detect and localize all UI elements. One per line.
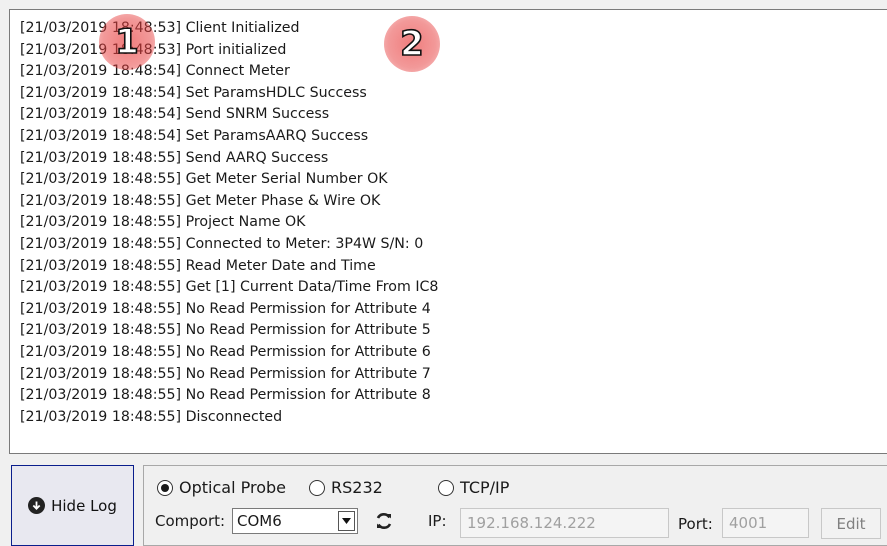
radio-rs232[interactable]: RS232 xyxy=(309,478,383,497)
comport-value: COM6 xyxy=(237,512,282,530)
log-textbox[interactable]: [21/03/2019 18:48:53] Client Initialized… xyxy=(9,9,887,454)
log-line: [21/03/2019 18:48:55] Get [1] Current Da… xyxy=(20,279,439,296)
radio-label: TCP/IP xyxy=(460,478,510,497)
log-line: [21/03/2019 18:48:54] Set ParamsHDLC Suc… xyxy=(20,84,367,101)
log-line: [21/03/2019 18:48:55] No Read Permission… xyxy=(20,387,431,404)
log-line: [21/03/2019 18:48:55] No Read Permission… xyxy=(20,365,431,382)
log-line: [21/03/2019 18:48:55] No Read Permission… xyxy=(20,343,431,360)
log-line: [21/03/2019 18:48:54] Set ParamsAARQ Suc… xyxy=(20,127,369,144)
port-field[interactable]: 4001 xyxy=(722,508,809,538)
log-line: [21/03/2019 18:48:53] Client Initialized xyxy=(20,20,300,36)
annotation-marker-1: 1 xyxy=(99,14,155,70)
chevron-down-icon[interactable] xyxy=(338,511,355,531)
log-line: [21/03/2019 18:48:55] Read Meter Date an… xyxy=(20,257,376,274)
hide-log-button[interactable]: Hide Log xyxy=(11,465,134,546)
log-lines: [21/03/2019 18:48:53] Client Initialized… xyxy=(20,18,438,428)
radio-optical-probe[interactable]: Optical Probe xyxy=(157,478,286,497)
edit-button[interactable]: Edit xyxy=(821,508,881,539)
marker-number: 1 xyxy=(114,21,139,63)
log-line: [21/03/2019 18:48:55] Project Name OK xyxy=(20,214,306,231)
arrow-down-circle-icon xyxy=(28,497,46,514)
hide-log-label: Hide Log xyxy=(51,496,117,515)
log-line: [21/03/2019 18:48:53] Port initialized xyxy=(20,41,287,58)
radio-dot xyxy=(438,479,454,496)
log-line: [21/03/2019 18:48:54] Send SNRM Success xyxy=(20,106,330,123)
log-line: [21/03/2019 18:48:55] Get Meter Phase & … xyxy=(20,192,381,209)
refresh-icon[interactable] xyxy=(371,508,397,534)
radio-label: Optical Probe xyxy=(179,478,286,497)
log-line: [21/03/2019 18:48:55] No Read Permission… xyxy=(20,300,431,317)
radio-dot xyxy=(309,479,325,496)
radio-label: RS232 xyxy=(331,478,383,497)
comport-label: Comport: xyxy=(155,512,226,530)
ip-field[interactable]: 192.168.124.222 xyxy=(460,508,669,538)
log-line: [21/03/2019 18:48:55] Connected to Meter… xyxy=(20,235,424,252)
port-label: Port: xyxy=(678,515,713,533)
ip-label: IP: xyxy=(428,512,447,530)
comport-select[interactable]: COM6 xyxy=(232,508,358,534)
radio-dot xyxy=(157,479,173,496)
log-line: [21/03/2019 18:48:55] No Read Permission… xyxy=(20,322,431,339)
log-line: [21/03/2019 18:48:54] Connect Meter xyxy=(20,63,290,80)
radio-tcpip[interactable]: TCP/IP xyxy=(438,478,509,497)
annotation-marker-2: 2 xyxy=(384,16,440,72)
log-line: [21/03/2019 18:48:55] Send AARQ Success xyxy=(20,149,329,166)
log-line: [21/03/2019 18:48:55] Get Meter Serial N… xyxy=(20,171,388,188)
marker-number: 2 xyxy=(399,23,424,65)
log-line: [21/03/2019 18:48:55] Disconnected xyxy=(20,408,283,425)
